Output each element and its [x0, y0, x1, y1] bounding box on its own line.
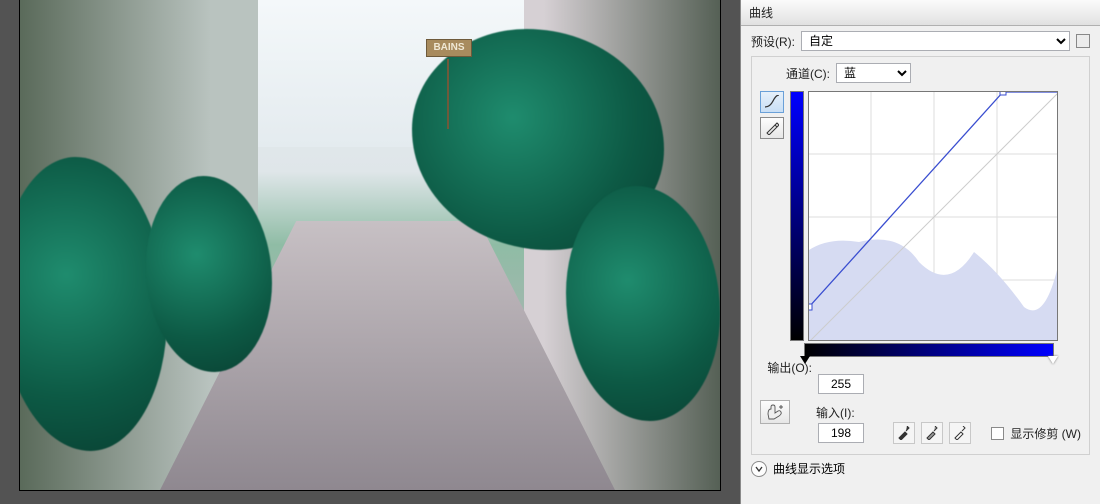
input-label: 输入(I):	[816, 404, 855, 421]
white-eyedropper[interactable]	[949, 422, 971, 444]
pencil-icon	[765, 121, 779, 135]
input-field[interactable]	[818, 423, 864, 443]
display-options-label: 曲线显示选项	[773, 460, 845, 477]
curve-pencil-tool[interactable]	[760, 117, 784, 139]
output-value-row	[760, 374, 1081, 394]
curve-point-tool[interactable]	[760, 91, 784, 113]
graph-wrap	[760, 91, 1081, 341]
hand-icon	[765, 404, 785, 420]
display-options-row: 曲线显示选项	[741, 455, 1100, 482]
photo-sign: BAINS	[426, 39, 472, 57]
channel-label: 通道(C):	[786, 65, 830, 82]
preset-label: 预设(R):	[751, 33, 795, 50]
preset-menu-button[interactable]	[1076, 34, 1090, 48]
curve-graph[interactable]	[808, 91, 1058, 341]
dialog-title: 曲线	[749, 4, 773, 21]
input-value-row: 显示修剪 (W)	[760, 422, 1081, 444]
curve-icon	[764, 95, 780, 109]
preset-select[interactable]: 自定	[801, 31, 1070, 51]
curves-dialog: 曲线 预设(R): 自定 通道(C): 蓝	[740, 0, 1100, 504]
target-adjust-button[interactable]	[760, 400, 790, 424]
eyedropper-icon	[953, 426, 967, 440]
chevron-down-icon	[755, 465, 763, 473]
white-point-slider[interactable]	[1048, 356, 1058, 364]
channel-row: 通道(C): 蓝	[760, 63, 1081, 87]
eyedropper-icon	[897, 426, 911, 440]
output-field[interactable]	[818, 374, 864, 394]
curve-tool-column	[760, 91, 786, 341]
output-gradient[interactable]	[790, 91, 804, 341]
dialog-titlebar[interactable]: 曲线	[741, 0, 1100, 26]
preset-row: 预设(R): 自定	[741, 26, 1100, 56]
document-image[interactable]: BAINS	[20, 0, 720, 490]
curve-point-highlight[interactable]	[1000, 92, 1006, 95]
input-gradient[interactable]	[804, 343, 1054, 357]
curve-point-shadow[interactable]	[809, 304, 812, 310]
input-row: 输入(I):	[760, 400, 1081, 424]
show-clipping-checkbox[interactable]	[991, 427, 1004, 440]
black-eyedropper[interactable]	[893, 422, 915, 444]
eyedropper-icon	[925, 426, 939, 440]
show-clipping-label: 显示修剪 (W)	[1010, 425, 1081, 442]
black-point-slider[interactable]	[800, 356, 810, 364]
photo-sign-pole	[447, 59, 449, 129]
canvas-area[interactable]: BAINS	[0, 0, 740, 504]
display-options-toggle[interactable]	[751, 461, 767, 477]
curves-fieldset: 通道(C): 蓝	[751, 56, 1090, 455]
channel-select[interactable]: 蓝	[836, 63, 911, 83]
gray-eyedropper[interactable]	[921, 422, 943, 444]
